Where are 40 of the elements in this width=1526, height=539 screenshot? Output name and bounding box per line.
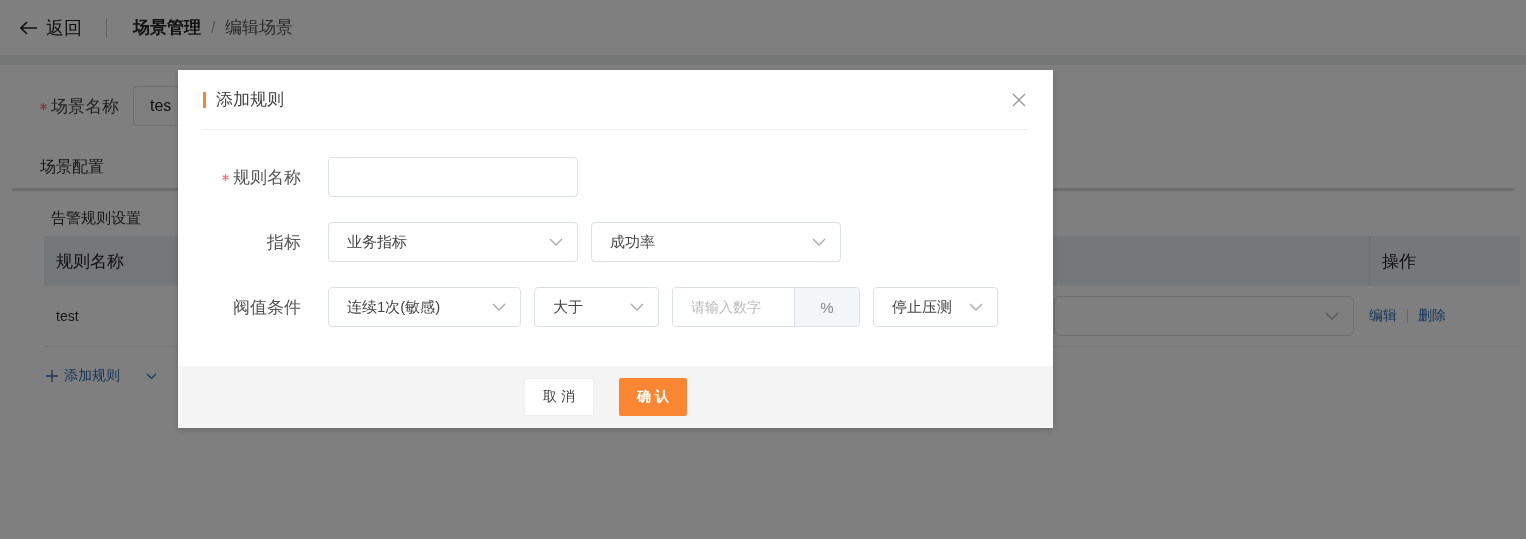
required-asterisk-icon bbox=[40, 102, 47, 110]
breadcrumb-separator: / bbox=[211, 18, 216, 37]
chevron-down-icon bbox=[146, 372, 157, 380]
text-input[interactable] bbox=[328, 157, 578, 197]
caret-icon bbox=[812, 238, 826, 246]
back-button[interactable]: 返回 bbox=[20, 15, 82, 40]
dialog-title: 添加规则 bbox=[216, 89, 284, 111]
table-cell-text: test bbox=[55, 308, 80, 324]
unit-addon: % bbox=[794, 288, 859, 326]
column-header: 规则名称 bbox=[56, 250, 124, 273]
number-input[interactable]: 请输入数字 % bbox=[672, 287, 860, 327]
select-field[interactable]: 大于 bbox=[534, 287, 659, 327]
caret-icon bbox=[1325, 312, 1339, 320]
select-field[interactable]: 成功率 bbox=[591, 222, 841, 262]
required-asterisk-icon bbox=[222, 173, 229, 181]
plus-icon bbox=[46, 370, 58, 382]
select-field[interactable] bbox=[1054, 296, 1354, 336]
close-button[interactable] bbox=[1012, 92, 1026, 107]
select-field[interactable]: 业务指标 bbox=[328, 222, 578, 262]
select-field[interactable]: 停止压测 bbox=[873, 287, 998, 327]
breadcrumb-item: 编辑场景 bbox=[225, 17, 294, 39]
field-label: 规则名称 bbox=[233, 166, 301, 189]
field-label: 阀值条件 bbox=[233, 296, 301, 319]
caret-icon bbox=[630, 303, 644, 311]
section-title: 告警规则设置 bbox=[51, 209, 142, 228]
caret-icon bbox=[549, 238, 563, 246]
action-link[interactable]: 删除 bbox=[1418, 307, 1446, 325]
back-arrow-icon bbox=[20, 20, 38, 35]
caret-icon bbox=[492, 303, 506, 311]
title-accent-bar bbox=[203, 91, 206, 108]
caret-icon bbox=[969, 303, 983, 311]
add-rule-button[interactable]: 添加规则 bbox=[46, 367, 120, 385]
column-header: 操作 bbox=[1369, 236, 1520, 286]
confirm-button[interactable]: 确 认 bbox=[619, 378, 687, 416]
field-label: 场景名称 bbox=[51, 95, 119, 118]
field-label: 指标 bbox=[267, 231, 301, 254]
action-link[interactable]: 编辑 bbox=[1369, 307, 1397, 325]
breadcrumb-item[interactable]: 场景管理 bbox=[133, 16, 201, 39]
cancel-button[interactable]: 取 消 bbox=[524, 378, 594, 416]
select-field[interactable]: 连续1次(敏感) bbox=[328, 287, 521, 327]
